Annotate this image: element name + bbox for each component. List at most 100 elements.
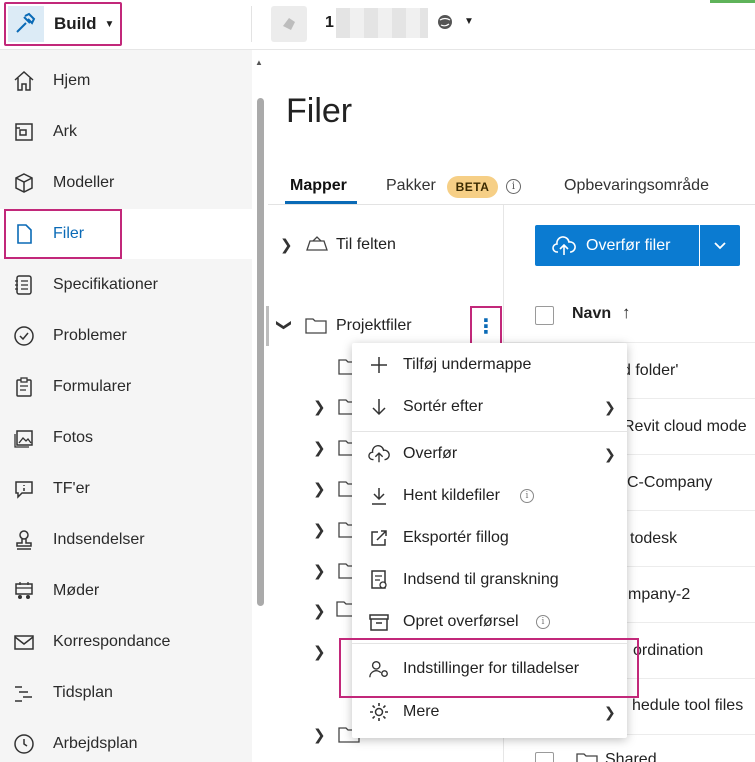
sidebar-item-modeller[interactable]: Modeller <box>0 158 252 208</box>
chevron-right-icon[interactable]: ❯ <box>313 562 326 580</box>
sidebar-item-formularer[interactable]: Formularer <box>0 362 252 412</box>
tree-item-projektfiler[interactable]: Projektfiler <box>336 317 412 335</box>
highlight-permission-settings <box>339 638 639 698</box>
tab-mapper[interactable]: Mapper <box>290 177 347 195</box>
active-tab-indicator <box>285 201 357 204</box>
select-all-checkbox[interactable] <box>535 306 554 325</box>
menu-item-label: Hent kildefiler <box>403 487 500 504</box>
globe-icon <box>438 15 452 29</box>
sidebar-item-label: Tidsplan <box>53 684 113 701</box>
sidebar-item-korrespondance[interactable]: Korrespondance <box>0 617 252 667</box>
menu-item-upload[interactable]: Overfør ❯ <box>352 433 627 475</box>
chevron-right-icon[interactable]: ❯ <box>313 480 326 498</box>
project-chevron-down-icon[interactable]: ▼ <box>464 16 474 27</box>
chevron-right-icon[interactable]: ❯ <box>280 236 293 254</box>
mail-icon <box>11 629 37 655</box>
sidebar-item-specifikationer[interactable]: Specifikationer <box>0 260 252 310</box>
chevron-down-icon <box>714 241 726 249</box>
chevron-down-icon[interactable]: ❯ <box>275 319 293 332</box>
download-icon <box>368 485 390 507</box>
sidebar-item-indsendelser[interactable]: Indsendelser <box>0 515 252 565</box>
project-name[interactable]: 1 <box>325 14 334 32</box>
upload-options-dropdown[interactable] <box>700 225 740 266</box>
sidebar-item-ark[interactable]: Ark <box>0 107 252 157</box>
chevron-down-icon: ▼ <box>104 18 115 30</box>
sidebar-item-label: Formularer <box>53 378 132 395</box>
sidebar-item-label: TF'er <box>53 480 90 497</box>
chevron-right-icon[interactable]: ❯ <box>313 726 326 744</box>
sidebar-item-problemer[interactable]: Problemer <box>0 311 252 361</box>
sidebar-item-hjem[interactable]: Hjem <box>0 56 252 106</box>
info-icon[interactable]: i <box>506 179 521 194</box>
tree-item-til-felten[interactable]: Til felten <box>336 236 396 254</box>
sidebar-item-label: Møder <box>53 582 100 599</box>
export-icon <box>368 527 390 549</box>
row-checkbox[interactable] <box>535 752 554 762</box>
tab-opbevaringsomrade[interactable]: Opbevaringsområde <box>564 177 709 195</box>
file-row-name[interactable]: mpany-2 <box>628 586 690 604</box>
chevron-right-icon[interactable]: ❯ <box>313 439 326 457</box>
menu-item-submit-review[interactable]: Indsend til granskning <box>352 559 627 601</box>
column-header-name[interactable]: Navn <box>572 305 611 323</box>
menu-item-sort-by[interactable]: Sortér efter ❯ <box>352 386 627 428</box>
upload-files-button[interactable]: Overfør filer <box>535 225 699 266</box>
schedule-icon <box>11 680 37 706</box>
plus-icon <box>368 354 390 376</box>
file-row-name[interactable]: hedule tool files <box>632 697 743 715</box>
menu-item-create-transfer[interactable]: Opret overførsel i <box>352 601 627 643</box>
scroll-up-icon[interactable]: ▲ <box>255 58 263 67</box>
cloud-upload-icon <box>552 236 576 255</box>
sidebar-item-label: Ark <box>53 123 77 140</box>
file-row-name[interactable]: Revit cloud mode <box>623 418 747 436</box>
chevron-right-icon[interactable]: ❯ <box>313 602 326 620</box>
project-thumbnail-icon[interactable] <box>271 6 307 42</box>
app-switcher-button[interactable]: Build ▼ <box>4 2 122 46</box>
sidebar: Hjem Ark Modeller Filer Specifikationer … <box>0 50 252 762</box>
file-row-name[interactable]: Shared <box>605 751 657 762</box>
menu-divider <box>352 431 627 432</box>
sidebar-item-tfer[interactable]: TF'er <box>0 464 252 514</box>
more-options-button[interactable]: ⋮ <box>470 306 502 346</box>
redacted-project-name <box>336 8 428 38</box>
sidebar-item-moder[interactable]: Møder <box>0 566 252 616</box>
chevron-right-icon[interactable]: ❯ <box>313 521 326 539</box>
info-icon[interactable]: i <box>536 615 550 629</box>
chevron-right-icon: ❯ <box>604 703 616 720</box>
clipboard-icon <box>11 374 37 400</box>
menu-item-download-source[interactable]: Hent kildefiler i <box>352 475 627 517</box>
chevron-right-icon: ❯ <box>604 398 616 415</box>
sidebar-item-tidsplan[interactable]: Tidsplan <box>0 668 252 718</box>
sidebar-item-label: Problemer <box>53 327 127 344</box>
menu-item-add-subfolder[interactable]: Tilføj undermappe <box>352 344 627 386</box>
workplan-icon <box>11 731 37 757</box>
page-title: Filer <box>286 92 353 130</box>
tab-pakker[interactable]: Pakker <box>386 177 436 195</box>
menu-item-label: Mere <box>403 703 440 720</box>
folder-icon <box>305 318 327 334</box>
file-row-name[interactable]: todesk <box>630 530 677 548</box>
chevron-right-icon[interactable]: ❯ <box>313 398 326 416</box>
chevron-right-icon[interactable]: ❯ <box>313 643 326 661</box>
sidebar-item-label: Hjem <box>53 72 91 89</box>
sidebar-item-fotos[interactable]: Fotos <box>0 413 252 463</box>
file-row-name[interactable]: d folder' <box>622 362 678 380</box>
sidebar-item-label: Specifikationer <box>53 276 158 293</box>
app-label: Build <box>54 14 97 33</box>
review-icon <box>368 569 390 591</box>
sidebar-item-arbejdsplan[interactable]: Arbejdsplan <box>0 719 252 762</box>
menu-item-label: Opret overførsel <box>403 613 519 630</box>
divider <box>251 6 252 42</box>
chevron-right-icon: ❯ <box>604 445 616 462</box>
info-icon[interactable]: i <box>520 489 534 503</box>
menu-item-export-log[interactable]: Eksportér fillog <box>352 517 627 559</box>
menu-item-label: Eksportér fillog <box>403 529 509 546</box>
chat-info-icon <box>11 476 37 502</box>
sort-ascending-icon[interactable]: ↑ <box>622 303 631 323</box>
menu-item-label: Overfør <box>403 445 458 462</box>
sidebar-item-label: Arbejdsplan <box>53 735 138 752</box>
file-row-name[interactable]: C-Company <box>627 474 712 492</box>
folder-icon <box>576 753 598 762</box>
menu-item-label: Tilføj undermappe <box>403 356 532 373</box>
sidebar-scrollbar[interactable] <box>257 98 264 606</box>
file-row-name[interactable]: ordination <box>633 642 703 660</box>
